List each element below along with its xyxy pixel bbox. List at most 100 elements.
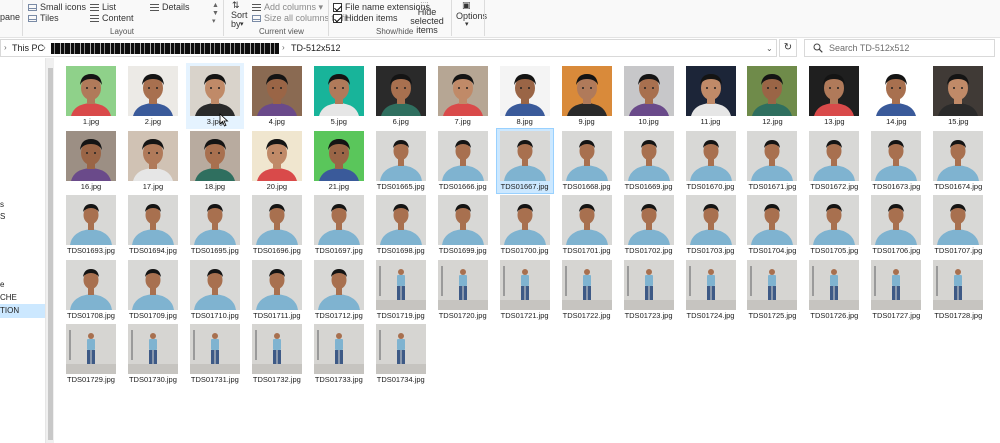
- file-item[interactable]: TDS01720.jpg: [435, 258, 491, 322]
- file-item[interactable]: TDS01667.jpg: [495, 127, 554, 194]
- file-name: 2.jpg: [144, 117, 162, 126]
- address-bar[interactable]: › This PC › › TD-512x512 ⌄: [0, 39, 777, 57]
- file-item[interactable]: TDS01670.jpg: [683, 129, 739, 193]
- file-name: TDS01733.jpg: [314, 375, 363, 384]
- file-item[interactable]: 21.jpg: [311, 129, 367, 193]
- file-item[interactable]: TDS01733.jpg: [311, 322, 367, 386]
- file-thumbnail: [375, 259, 426, 310]
- file-thumbnail: [313, 66, 364, 116]
- address-dropdown-icon[interactable]: ⌄: [766, 44, 773, 53]
- file-thumbnail: [375, 66, 426, 116]
- file-name: 1.jpg: [82, 117, 100, 126]
- file-item[interactable]: TDS01726.jpg: [806, 258, 862, 322]
- nav-item-selected[interactable]: TION: [0, 304, 45, 318]
- file-item[interactable]: TDS01723.jpg: [621, 258, 677, 322]
- nav-item[interactable]: CHE: [0, 293, 17, 302]
- file-item[interactable]: 16.jpg: [63, 129, 119, 193]
- file-item[interactable]: TDS01729.jpg: [63, 322, 119, 386]
- file-item[interactable]: 2.jpg: [125, 64, 181, 128]
- file-item[interactable]: 11.jpg: [683, 64, 739, 128]
- file-item[interactable]: TDS01732.jpg: [249, 322, 305, 386]
- file-item[interactable]: TDS01699.jpg: [435, 193, 491, 257]
- file-item[interactable]: TDS01705.jpg: [806, 193, 862, 257]
- file-item[interactable]: TDS01721.jpg: [497, 258, 553, 322]
- breadcrumb-current-folder[interactable]: TD-512x512: [291, 43, 341, 53]
- refresh-button[interactable]: ↻: [779, 39, 797, 57]
- file-item[interactable]: TDS01671.jpg: [744, 129, 800, 193]
- mouse-cursor-icon: [219, 113, 229, 127]
- file-item[interactable]: TDS01728.jpg: [930, 258, 986, 322]
- file-item[interactable]: 9.jpg: [559, 64, 615, 128]
- file-item[interactable]: TDS01724.jpg: [683, 258, 739, 322]
- nav-item[interactable]: s: [0, 200, 4, 209]
- layout-content[interactable]: Content: [90, 13, 134, 23]
- file-item[interactable]: TDS01707.jpg: [930, 193, 986, 257]
- file-item[interactable]: TDS01696.jpg: [249, 193, 305, 257]
- file-item[interactable]: TDS01673.jpg: [868, 129, 924, 193]
- file-item[interactable]: TDS01700.jpg: [497, 193, 553, 257]
- file-item[interactable]: TDS01734.jpg: [373, 322, 429, 386]
- file-item[interactable]: TDS01727.jpg: [868, 258, 924, 322]
- file-item[interactable]: TDS01719.jpg: [373, 258, 429, 322]
- file-item[interactable]: 8.jpg: [497, 64, 553, 128]
- file-item[interactable]: 5.jpg: [311, 64, 367, 128]
- file-item[interactable]: 20.jpg: [249, 129, 305, 193]
- file-item[interactable]: TDS01693.jpg: [63, 193, 119, 257]
- file-item[interactable]: TDS01712.jpg: [311, 258, 367, 322]
- layout-details[interactable]: Details: [150, 2, 190, 12]
- file-item[interactable]: TDS01704.jpg: [744, 193, 800, 257]
- file-thumbnail: [933, 195, 984, 245]
- file-item[interactable]: TDS01666.jpg: [435, 129, 491, 193]
- file-item[interactable]: TDS01698.jpg: [373, 193, 429, 257]
- file-item[interactable]: 4.jpg: [249, 64, 305, 128]
- file-item[interactable]: TDS01725.jpg: [744, 258, 800, 322]
- file-item[interactable]: TDS01710.jpg: [187, 258, 243, 322]
- file-item[interactable]: TDS01668.jpg: [559, 129, 615, 193]
- file-item[interactable]: TDS01674.jpg: [930, 129, 986, 193]
- file-thumbnail: [66, 130, 116, 181]
- file-item[interactable]: 3.jpg: [185, 63, 244, 129]
- file-item[interactable]: TDS01701.jpg: [559, 193, 615, 257]
- file-item[interactable]: 10.jpg: [621, 64, 677, 128]
- scrollbar-thumb[interactable]: [48, 68, 53, 440]
- file-item[interactable]: TDS01669.jpg: [621, 129, 677, 193]
- layout-scroll-arrows[interactable]: ▲ ▼ ▾: [212, 2, 219, 26]
- file-item[interactable]: TDS01694.jpg: [125, 193, 181, 257]
- file-item[interactable]: TDS01697.jpg: [311, 193, 367, 257]
- layout-list[interactable]: List: [90, 2, 116, 12]
- file-item[interactable]: 1.jpg: [63, 64, 119, 128]
- file-item[interactable]: TDS01706.jpg: [868, 193, 924, 257]
- file-item[interactable]: 14.jpg: [868, 64, 924, 128]
- file-item[interactable]: TDS01722.jpg: [559, 258, 615, 322]
- file-item[interactable]: TDS01708.jpg: [63, 258, 119, 322]
- file-item[interactable]: TDS01703.jpg: [683, 193, 739, 257]
- file-item[interactable]: 17.jpg: [125, 129, 181, 193]
- add-columns-button[interactable]: Add columns ▾: [252, 2, 323, 13]
- file-item[interactable]: 15.jpg: [930, 64, 986, 128]
- file-item[interactable]: TDS01665.jpg: [373, 129, 429, 193]
- layout-small-icons[interactable]: Small icons: [28, 2, 86, 12]
- file-item[interactable]: TDS01709.jpg: [125, 258, 181, 322]
- file-item[interactable]: 18.jpg: [187, 129, 243, 193]
- file-item[interactable]: TDS01702.jpg: [621, 193, 677, 257]
- nav-item[interactable]: e: [0, 280, 4, 289]
- file-item[interactable]: TDS01695.jpg: [187, 193, 243, 257]
- breadcrumb-this-pc[interactable]: This PC: [12, 43, 44, 53]
- options-button[interactable]: Options: [456, 11, 487, 21]
- pane-button[interactable]: pane: [0, 12, 20, 22]
- search-box[interactable]: Search TD-512x512: [804, 39, 995, 57]
- file-item[interactable]: TDS01672.jpg: [806, 129, 862, 193]
- file-item[interactable]: 13.jpg: [806, 64, 862, 128]
- file-item[interactable]: TDS01730.jpg: [125, 322, 181, 386]
- layout-tiles[interactable]: Tiles: [28, 13, 59, 23]
- hidden-items-checkbox[interactable]: Hidden items: [333, 13, 398, 24]
- file-item[interactable]: 7.jpg: [435, 64, 491, 128]
- file-item[interactable]: TDS01711.jpg: [249, 258, 305, 322]
- file-item[interactable]: 6.jpg: [373, 64, 429, 128]
- file-item[interactable]: TDS01731.jpg: [187, 322, 243, 386]
- file-name: TDS01697.jpg: [314, 246, 363, 255]
- file-name: 7.jpg: [454, 117, 471, 126]
- file-item[interactable]: 12.jpg: [744, 64, 800, 128]
- nav-scrollbar[interactable]: [45, 58, 54, 443]
- nav-item[interactable]: S: [0, 212, 5, 221]
